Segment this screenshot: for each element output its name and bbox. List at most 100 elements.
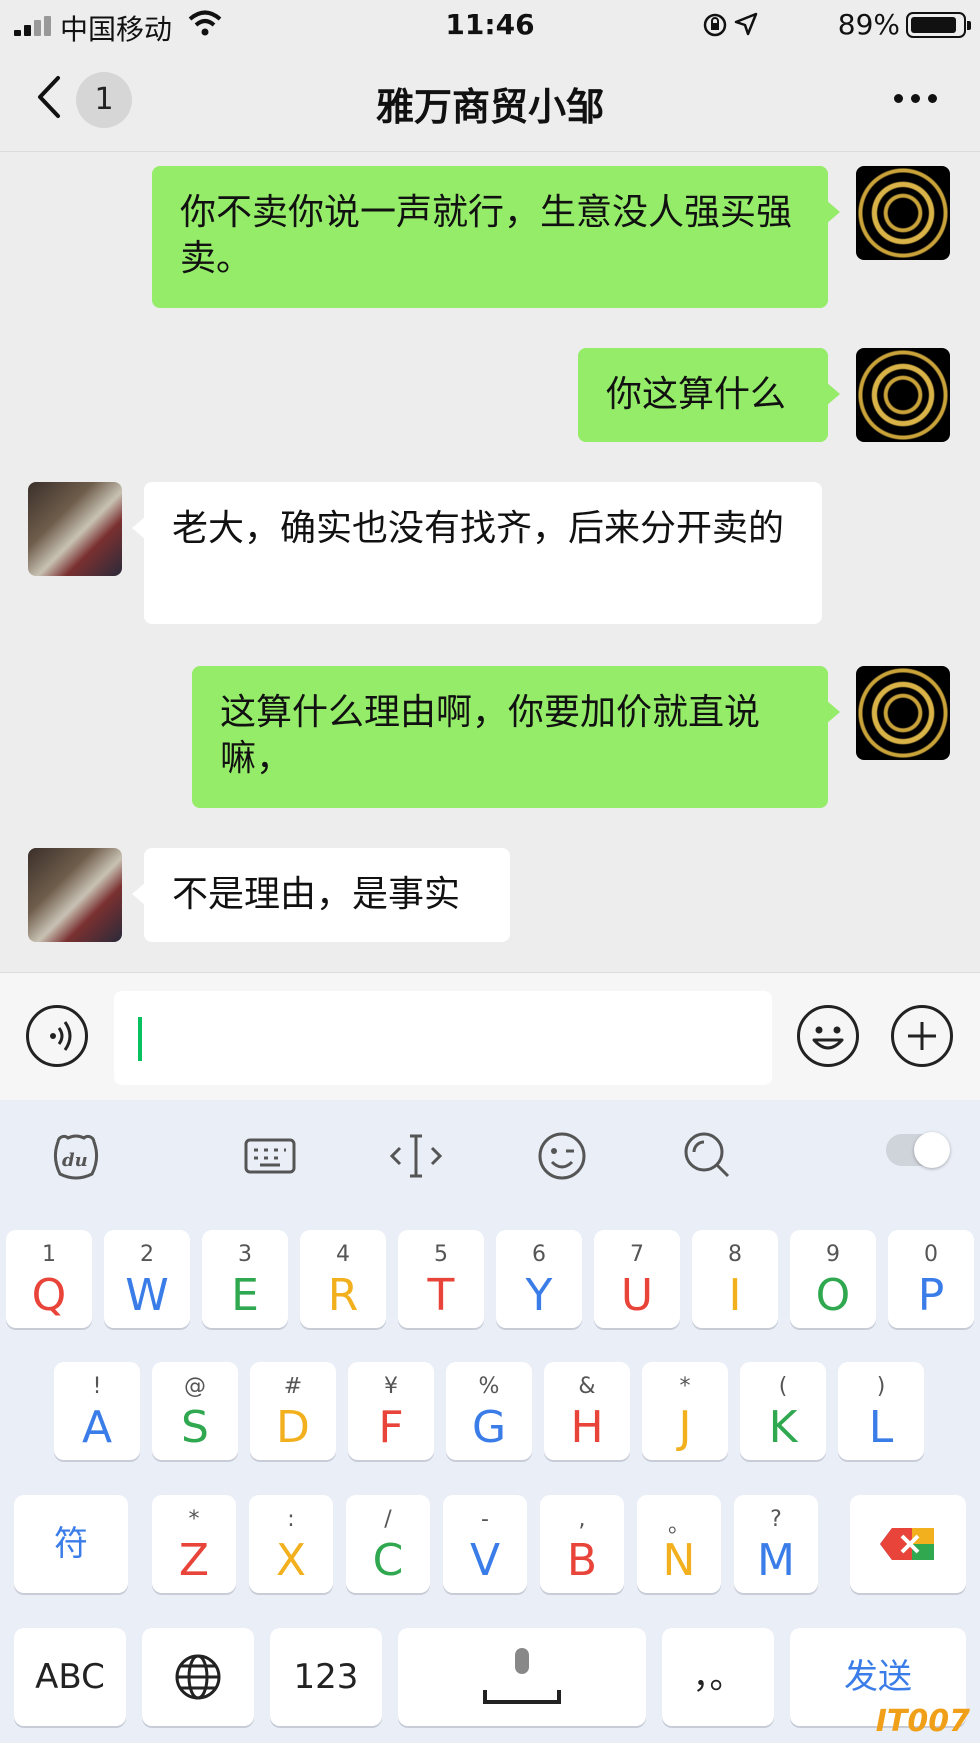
keyboard-toggle-switch[interactable] [886, 1132, 950, 1168]
key-label: J [678, 1402, 692, 1453]
key-j[interactable]: * J [642, 1362, 728, 1460]
key-label: B [566, 1535, 598, 1586]
symbols-key[interactable]: 符 [14, 1495, 128, 1593]
key-c[interactable]: / C [346, 1495, 430, 1593]
space-key[interactable] [398, 1628, 646, 1726]
key-t[interactable]: 5T [398, 1230, 484, 1328]
my-avatar[interactable] [856, 166, 950, 260]
key-z[interactable]: * Z [152, 1495, 236, 1593]
key-label: H [570, 1402, 604, 1453]
key-g[interactable]: % G [446, 1362, 532, 1460]
key-label: F [378, 1402, 404, 1453]
key-sub-label: 7 [630, 1242, 644, 1267]
voice-input-button[interactable] [26, 1005, 88, 1067]
keyboard: du 1Q2W3E4R5T6Y7U8I9O0P ! A @ S # D ¥ F% G & H * J(K… [0, 1100, 980, 1743]
emoji-button[interactable] [797, 1005, 859, 1067]
cursor-move-icon[interactable] [388, 1128, 444, 1184]
key-y[interactable]: 6Y [496, 1230, 582, 1328]
message-input[interactable] [114, 991, 772, 1085]
top-bar: 中国移动 11:46 89% 1 雅万商贸小邹 [0, 0, 980, 152]
key-label: O [815, 1270, 851, 1321]
battery-icon [906, 12, 971, 38]
keyboard-icon[interactable] [242, 1128, 298, 1184]
abc-key[interactable]: ABC [14, 1628, 126, 1726]
svg-text:du: du [62, 1150, 88, 1171]
key-sub-label: 8 [728, 1242, 742, 1267]
key-label: Z [178, 1535, 210, 1586]
contact-avatar[interactable] [28, 482, 122, 576]
key-q[interactable]: 1Q [6, 1230, 92, 1328]
key-n[interactable]: 。 N [637, 1495, 721, 1593]
key-m[interactable]: ? M [734, 1495, 818, 1593]
message-bubble-outgoing[interactable]: 这算什么理由啊，你要加价就直说嘛， [192, 666, 840, 808]
key-p[interactable]: 0P [888, 1230, 974, 1328]
key-label: V [469, 1535, 501, 1586]
watermark-logo: IT007 [875, 1704, 970, 1739]
key-label: X [275, 1535, 307, 1586]
key-label: A [81, 1402, 113, 1453]
chat-title: 雅万商贸小邹 [375, 85, 604, 129]
key-d[interactable]: # D [250, 1362, 336, 1460]
backspace-icon [880, 1528, 934, 1560]
key-o[interactable]: 9O [790, 1230, 876, 1328]
message-list[interactable]: 你不卖你说一声就行，生意没人强买强卖。 你这算什么 老大，确实也没有找齐，后来分… [0, 152, 980, 972]
punctuation-key-label: ，。 [692, 1657, 744, 1697]
key-label: I [728, 1270, 742, 1321]
message-bubble-incoming[interactable]: 不是理由，是事实 [132, 848, 510, 942]
key-sub-label: - [481, 1507, 489, 1532]
key-a[interactable]: ! A [54, 1362, 140, 1460]
key-label: M [757, 1535, 795, 1586]
key-sub-label: ( [778, 1374, 788, 1399]
my-avatar[interactable] [856, 348, 950, 442]
key-i[interactable]: 8I [692, 1230, 778, 1328]
abc-key-label: ABC [35, 1657, 105, 1697]
key-sub-label: * [188, 1507, 200, 1532]
punctuation-key[interactable]: ，。 [662, 1628, 774, 1726]
number-key[interactable]: 123 [270, 1628, 382, 1726]
message-bubble-outgoing[interactable]: 你不卖你说一声就行，生意没人强买强卖。 [152, 166, 840, 308]
key-w[interactable]: 2W [104, 1230, 190, 1328]
key-x[interactable]: :X [249, 1495, 333, 1593]
my-avatar[interactable] [856, 666, 950, 760]
message-text: 老大，确实也没有找齐，后来分开卖的 [172, 508, 785, 549]
key-b[interactable]: ,B [540, 1495, 624, 1593]
more-functions-button[interactable] [891, 1005, 953, 1067]
key-label: G [471, 1402, 507, 1453]
globe-key[interactable] [142, 1628, 254, 1726]
key-s[interactable]: @ S [152, 1362, 238, 1460]
key-sub-label: ¥ [384, 1374, 398, 1399]
message-bubble-incoming[interactable]: 老大，确实也没有找齐，后来分开卖的 [132, 482, 822, 624]
key-label: S [181, 1402, 209, 1453]
key-label: W [125, 1270, 169, 1321]
key-u[interactable]: 7U [594, 1230, 680, 1328]
key-sub-label: & [578, 1374, 596, 1399]
key-sub-label: 2 [140, 1242, 154, 1267]
search-icon[interactable] [680, 1128, 736, 1184]
emoji-wink-icon[interactable] [534, 1128, 590, 1184]
key-sub-label: 0 [924, 1242, 938, 1267]
key-e[interactable]: 3E [202, 1230, 288, 1328]
key-l[interactable]: ) L [838, 1362, 924, 1460]
message-bubble-outgoing[interactable]: 你这算什么 [578, 348, 840, 442]
backspace-key[interactable] [850, 1495, 966, 1593]
key-f[interactable]: ¥ F [348, 1362, 434, 1460]
rotation-lock-icon [703, 13, 727, 37]
location-icon [734, 12, 758, 36]
key-label: U [620, 1270, 654, 1321]
key-sub-label: % [478, 1374, 500, 1399]
key-sub-label: @ [184, 1374, 206, 1399]
key-k[interactable]: (K [740, 1362, 826, 1460]
key-h[interactable]: & H [544, 1362, 630, 1460]
contact-avatar[interactable] [28, 848, 122, 942]
baidu-logo-icon[interactable]: du [48, 1128, 104, 1184]
text-caret [138, 1017, 142, 1061]
key-sub-label: 5 [434, 1242, 448, 1267]
key-label: E [231, 1270, 259, 1321]
key-r[interactable]: 4R [300, 1230, 386, 1328]
key-label: P [917, 1270, 945, 1321]
key-label: R [327, 1270, 359, 1321]
key-v[interactable]: -V [443, 1495, 527, 1593]
more-options-icon[interactable] [892, 82, 940, 112]
battery-percent: 89% [837, 8, 900, 41]
symbols-key-label: 符 [54, 1524, 88, 1564]
